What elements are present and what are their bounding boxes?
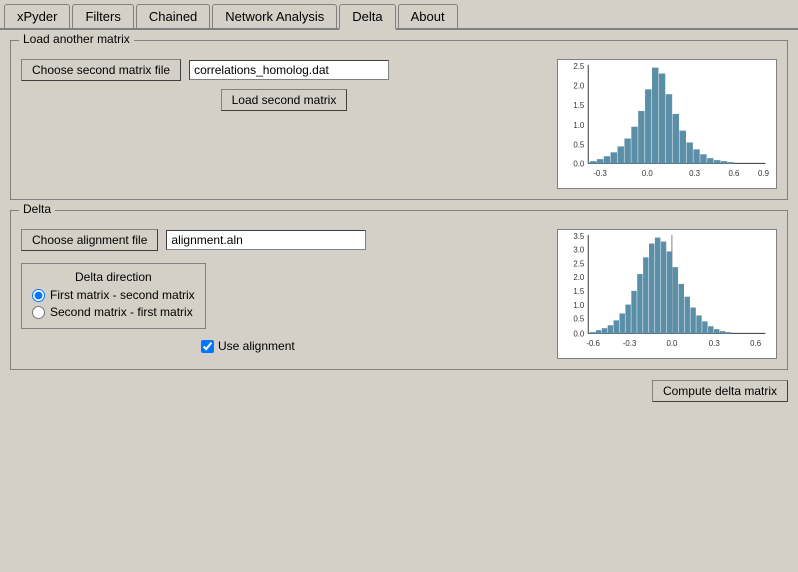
- delta-panel: Delta Choose alignment file Delta direct…: [10, 210, 788, 370]
- svg-text:1.5: 1.5: [573, 287, 585, 296]
- choose-matrix-button[interactable]: Choose second matrix file: [21, 59, 181, 81]
- svg-text:0.9: 0.9: [758, 169, 769, 178]
- svg-text:2.0: 2.0: [573, 82, 585, 91]
- bottom-row: Compute delta matrix: [10, 380, 788, 402]
- tab-delta[interactable]: Delta: [339, 4, 395, 30]
- radio-second-first-label: Second matrix - first matrix: [50, 305, 193, 319]
- svg-text:3.5: 3.5: [573, 232, 585, 241]
- main-content: Load another matrix Choose second matrix…: [0, 30, 798, 566]
- svg-text:0.0: 0.0: [573, 159, 585, 168]
- chart1-container: 2.5 2.0 1.5 1.0 0.5 0.0 -0.3 0.0 0.3 0.6…: [557, 59, 777, 189]
- load-matrix-button[interactable]: Load second matrix: [221, 89, 348, 111]
- svg-text:1.5: 1.5: [573, 101, 585, 110]
- radio-second-first: Second matrix - first matrix: [32, 305, 195, 319]
- load-matrix-panel: Load another matrix Choose second matrix…: [10, 40, 788, 200]
- tab-filters[interactable]: Filters: [72, 4, 133, 28]
- load-matrix-left: Choose second matrix file Load second ma…: [21, 59, 547, 119]
- delta-left: Choose alignment file Delta direction Fi…: [21, 229, 547, 353]
- svg-text:1.0: 1.0: [573, 121, 585, 130]
- svg-text:0.3: 0.3: [689, 169, 701, 178]
- radio-first-second-input[interactable]: [32, 289, 45, 302]
- matrix-file-input[interactable]: [189, 60, 389, 80]
- histogram-chart-2: 3.5 3.0 2.5 2.0 1.5 1.0 0.5 0.0 -0.6 -0.…: [557, 229, 777, 359]
- use-alignment-checkbox[interactable]: [201, 340, 214, 353]
- alignment-file-input[interactable]: [166, 230, 366, 250]
- radio-second-first-input[interactable]: [32, 306, 45, 319]
- delta-direction-box: Delta direction First matrix - second ma…: [21, 263, 206, 329]
- choose-alignment-row: Choose alignment file: [21, 229, 547, 251]
- svg-text:0.5: 0.5: [573, 141, 585, 150]
- choose-alignment-button[interactable]: Choose alignment file: [21, 229, 158, 251]
- load-matrix-body: Choose second matrix file Load second ma…: [21, 59, 777, 189]
- radio-first-second: First matrix - second matrix: [32, 288, 195, 302]
- delta-title: Delta: [19, 202, 55, 216]
- tab-chained[interactable]: Chained: [136, 4, 210, 28]
- tab-xpyder[interactable]: xPyder: [4, 4, 70, 28]
- svg-text:-0.6: -0.6: [586, 339, 600, 348]
- choose-matrix-row: Choose second matrix file: [21, 59, 547, 81]
- svg-text:0.5: 0.5: [573, 315, 585, 324]
- load-matrix-title: Load another matrix: [19, 32, 134, 46]
- compute-delta-button[interactable]: Compute delta matrix: [652, 380, 788, 402]
- tab-about[interactable]: About: [398, 4, 458, 28]
- svg-text:0.0: 0.0: [642, 169, 654, 178]
- svg-text:2.5: 2.5: [573, 259, 585, 268]
- svg-text:-0.3: -0.3: [593, 169, 607, 178]
- tab-bar: xPyder Filters Chained Network Analysis …: [0, 0, 798, 30]
- radio-first-second-label: First matrix - second matrix: [50, 288, 195, 302]
- histogram-chart-1: 2.5 2.0 1.5 1.0 0.5 0.0 -0.3 0.0 0.3 0.6…: [557, 59, 777, 189]
- use-alignment-row: Use alignment: [201, 339, 547, 353]
- svg-text:-0.3: -0.3: [623, 339, 637, 348]
- svg-text:2.5: 2.5: [573, 62, 585, 71]
- svg-text:3.0: 3.0: [573, 246, 585, 255]
- load-matrix-btn-row: Load second matrix: [21, 89, 547, 111]
- svg-text:1.0: 1.0: [573, 301, 585, 310]
- svg-text:0.6: 0.6: [750, 339, 762, 348]
- chart2-container: 3.5 3.0 2.5 2.0 1.5 1.0 0.5 0.0 -0.6 -0.…: [557, 229, 777, 359]
- svg-text:0.3: 0.3: [709, 339, 721, 348]
- svg-text:2.0: 2.0: [573, 273, 585, 282]
- svg-text:0.0: 0.0: [573, 329, 585, 338]
- direction-title: Delta direction: [32, 270, 195, 284]
- svg-text:0.0: 0.0: [666, 339, 678, 348]
- use-alignment-label: Use alignment: [218, 339, 295, 353]
- delta-body: Choose alignment file Delta direction Fi…: [21, 229, 777, 359]
- tab-network-analysis[interactable]: Network Analysis: [212, 4, 337, 28]
- svg-text:0.6: 0.6: [728, 169, 740, 178]
